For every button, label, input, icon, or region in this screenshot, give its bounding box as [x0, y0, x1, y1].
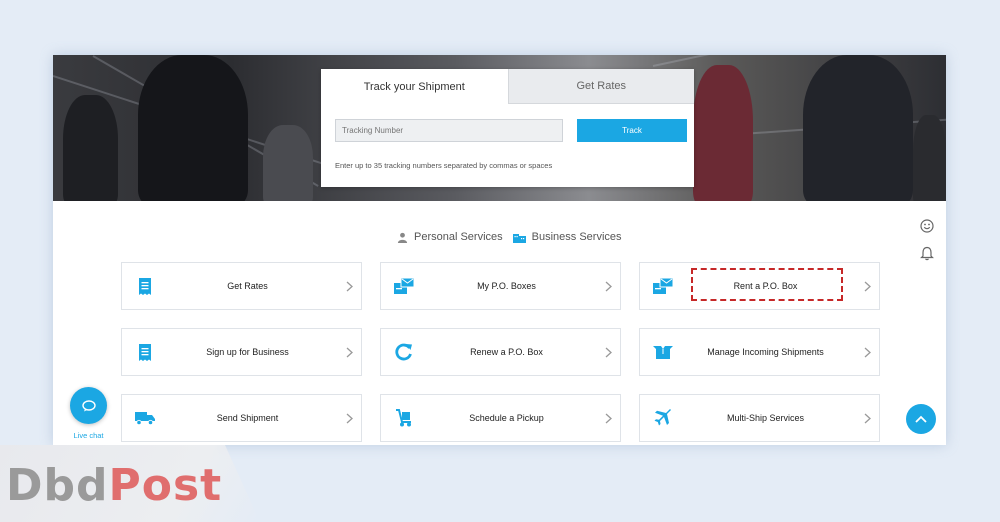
- service-sign-up-business[interactable]: Sign up for Business: [121, 328, 362, 376]
- po-box-icon: [394, 278, 414, 294]
- service-renew-po-box[interactable]: Renew a P.O. Box: [380, 328, 621, 376]
- chevron-up-icon: [915, 415, 927, 423]
- hero-banner: Track your Shipment Get Rates Track Ente…: [53, 55, 946, 201]
- service-label: Sign up for Business: [206, 347, 289, 357]
- page-frame: Track your Shipment Get Rates Track Ente…: [53, 55, 946, 445]
- hand-truck-icon: [396, 409, 411, 427]
- chevron-right-icon: [346, 413, 353, 423]
- service-label: Rent a P.O. Box: [733, 281, 798, 291]
- tracking-hint: Enter up to 35 tracking numbers separate…: [335, 161, 553, 170]
- tracking-card: Track your Shipment Get Rates Track Ente…: [321, 69, 694, 187]
- service-label: Manage Incoming Shipments: [707, 347, 824, 357]
- tracking-tabs: Track your Shipment Get Rates: [321, 69, 694, 104]
- chat-bubble-icon: [81, 399, 96, 411]
- po-box-icon: [653, 278, 673, 294]
- services-toggle: Personal Services Business Services: [397, 231, 632, 243]
- refresh-icon: [395, 343, 412, 361]
- building-icon: [512, 233, 526, 243]
- service-manage-incoming[interactable]: Manage Incoming Shipments: [639, 328, 880, 376]
- service-rent-po-box[interactable]: Rent a P.O. Box: [639, 262, 880, 310]
- chevron-right-icon: [864, 281, 871, 291]
- watermark-part1: Dbd: [6, 460, 109, 511]
- personal-services-label: Personal Services: [414, 231, 503, 243]
- chevron-right-icon: [864, 347, 871, 357]
- tab-get-rates[interactable]: Get Rates: [507, 69, 694, 104]
- watermark-logo: DbdPost: [6, 460, 222, 511]
- tab-track-shipment[interactable]: Track your Shipment: [321, 69, 508, 104]
- chevron-right-icon: [346, 347, 353, 357]
- chevron-right-icon: [864, 413, 871, 423]
- chevron-right-icon: [605, 347, 612, 357]
- delivery-truck-icon: [135, 412, 155, 425]
- live-chat-button[interactable]: [70, 387, 107, 424]
- service-schedule-pickup[interactable]: Schedule a Pickup: [380, 394, 621, 442]
- receipt-icon: [139, 277, 151, 295]
- airplane-icon: [654, 409, 671, 426]
- watermark-part2: Post: [108, 460, 223, 511]
- service-send-shipment[interactable]: Send Shipment: [121, 394, 362, 442]
- business-services-label: Business Services: [531, 231, 622, 243]
- scroll-to-top-button[interactable]: [906, 404, 936, 434]
- chevron-right-icon: [605, 413, 612, 423]
- personal-services-option[interactable]: Personal Services: [397, 231, 503, 243]
- receipt-icon: [139, 343, 151, 361]
- service-multi-ship[interactable]: Multi-Ship Services: [639, 394, 880, 442]
- service-label: Schedule a Pickup: [469, 413, 544, 423]
- service-label: My P.O. Boxes: [477, 281, 536, 291]
- track-button[interactable]: Track: [577, 119, 687, 142]
- service-label: Send Shipment: [216, 413, 279, 423]
- service-my-po-boxes[interactable]: My P.O. Boxes: [380, 262, 621, 310]
- service-label: Renew a P.O. Box: [470, 347, 543, 357]
- business-services-option[interactable]: Business Services: [512, 231, 622, 243]
- person-icon: [397, 232, 408, 243]
- smiley-icon[interactable]: [920, 219, 934, 233]
- tracking-number-input[interactable]: [335, 119, 563, 142]
- chevron-right-icon: [605, 281, 612, 291]
- service-label: Multi-Ship Services: [726, 413, 805, 423]
- open-box-icon: [653, 346, 673, 359]
- service-get-rates[interactable]: Get Rates: [121, 262, 362, 310]
- live-chat-label: Live chat: [73, 431, 104, 440]
- bell-icon[interactable]: [920, 246, 934, 261]
- chevron-right-icon: [346, 281, 353, 291]
- service-label: Get Rates: [227, 281, 268, 291]
